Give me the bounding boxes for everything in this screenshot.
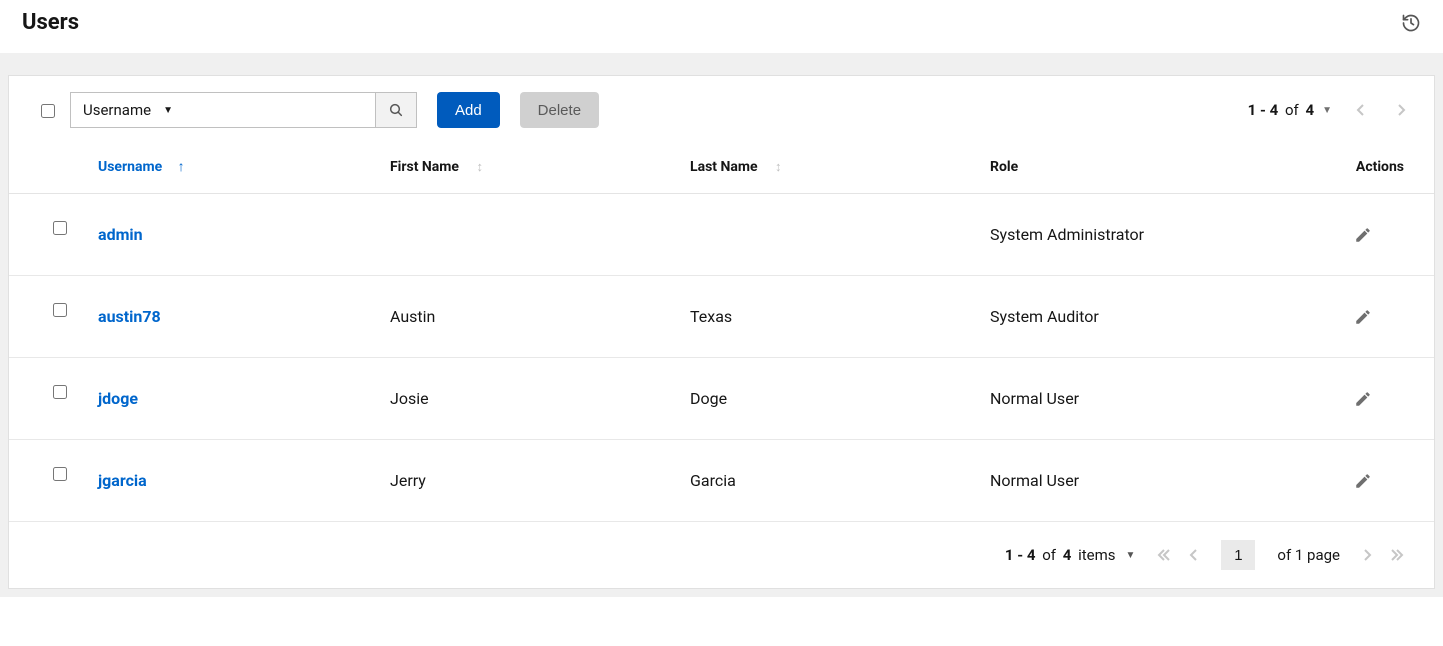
first-name-cell — [380, 194, 680, 276]
row-checkbox[interactable] — [53, 303, 67, 317]
sort-icon: ↕ — [775, 160, 782, 175]
username-link[interactable]: jgarcia — [98, 471, 147, 490]
col-firstname-label: First Name — [390, 159, 459, 175]
username-link[interactable]: jdoge — [98, 389, 138, 408]
col-role: Role — [980, 144, 1344, 194]
col-actions: Actions — [1344, 144, 1434, 194]
role-cell: System Auditor — [980, 276, 1344, 358]
chevron-right-icon — [1362, 548, 1372, 562]
last-name-cell: Doge — [680, 358, 980, 440]
role-cell: Normal User — [980, 358, 1344, 440]
row-checkbox[interactable] — [53, 221, 67, 235]
edit-button[interactable] — [1354, 308, 1424, 326]
edit-button[interactable] — [1354, 226, 1424, 244]
first-page-button[interactable] — [1157, 548, 1171, 562]
last-name-cell — [680, 194, 980, 276]
col-username-label: Username — [98, 159, 162, 175]
double-chevron-left-icon — [1157, 548, 1171, 562]
pager-total: 4 — [1305, 101, 1314, 119]
username-link[interactable]: austin78 — [98, 307, 161, 326]
col-username[interactable]: Username ↑ — [80, 144, 380, 194]
role-cell: Normal User — [980, 440, 1344, 522]
first-name-cell: Jerry — [380, 440, 680, 522]
chevron-left-icon — [1356, 103, 1366, 117]
col-lastname-label: Last Name — [690, 159, 758, 175]
chevron-left-icon — [1189, 548, 1199, 562]
row-checkbox[interactable] — [53, 467, 67, 481]
first-name-cell: Austin — [380, 276, 680, 358]
sort-asc-icon: ↑ — [178, 159, 185, 175]
sort-icon: ↕ — [476, 160, 483, 175]
pencil-icon — [1354, 308, 1424, 326]
table-row: jdoge JosieDogeNormal User — [9, 358, 1434, 440]
username-link[interactable]: admin — [98, 225, 143, 244]
col-role-label: Role — [990, 159, 1018, 175]
add-button[interactable]: Add — [437, 92, 500, 128]
pager-of: of — [1285, 101, 1299, 119]
last-name-cell: Garcia — [680, 440, 980, 522]
double-chevron-right-icon — [1390, 548, 1404, 562]
table-row: jgarcia JerryGarciaNormal User — [9, 440, 1434, 522]
pencil-icon — [1354, 226, 1424, 244]
pencil-icon — [1354, 390, 1424, 408]
caret-down-icon: ▼ — [163, 105, 173, 116]
col-actions-label: Actions — [1356, 159, 1404, 175]
last-name-cell: Texas — [680, 276, 980, 358]
last-page-button[interactable] — [1390, 548, 1404, 562]
row-checkbox[interactable] — [53, 385, 67, 399]
search-input[interactable] — [185, 92, 375, 128]
search-icon — [388, 102, 404, 118]
page-number-input[interactable] — [1221, 540, 1255, 570]
next-page-button[interactable] — [1390, 103, 1412, 117]
first-name-cell: Josie — [380, 358, 680, 440]
edit-button[interactable] — [1354, 472, 1424, 490]
table-row: austin78 AustinTexasSystem Auditor — [9, 276, 1434, 358]
pager-range: 1 - 4 — [1248, 101, 1279, 119]
col-firstname[interactable]: First Name ↕ — [380, 144, 680, 194]
footer-total: 4 — [1063, 546, 1072, 564]
caret-down-icon[interactable]: ▼ — [1322, 105, 1332, 116]
of-page-label: of 1 page — [1277, 546, 1340, 564]
users-table: Username ↑ First Name ↕ Last Name ↕ Ro — [9, 144, 1434, 522]
prev-page-button[interactable] — [1350, 103, 1372, 117]
next-page-button[interactable] — [1362, 548, 1372, 562]
table-row: admin System Administrator — [9, 194, 1434, 276]
prev-page-button[interactable] — [1189, 548, 1199, 562]
footer-range: 1 - 4 — [1005, 546, 1036, 564]
edit-button[interactable] — [1354, 390, 1424, 408]
filter-type-label: Username — [83, 101, 151, 119]
delete-button[interactable]: Delete — [520, 92, 599, 128]
footer-items-label: items — [1078, 546, 1115, 564]
caret-down-icon[interactable]: ▼ — [1125, 550, 1135, 561]
footer-of: of — [1042, 546, 1056, 564]
col-lastname[interactable]: Last Name ↕ — [680, 144, 980, 194]
filter-type-dropdown[interactable]: Username ▼ — [70, 92, 185, 128]
role-cell: System Administrator — [980, 194, 1344, 276]
history-icon[interactable] — [1401, 13, 1421, 33]
chevron-right-icon — [1396, 103, 1406, 117]
search-button[interactable] — [375, 92, 417, 128]
page-title: Users — [22, 10, 79, 35]
select-all-checkbox[interactable] — [41, 104, 55, 118]
pencil-icon — [1354, 472, 1424, 490]
